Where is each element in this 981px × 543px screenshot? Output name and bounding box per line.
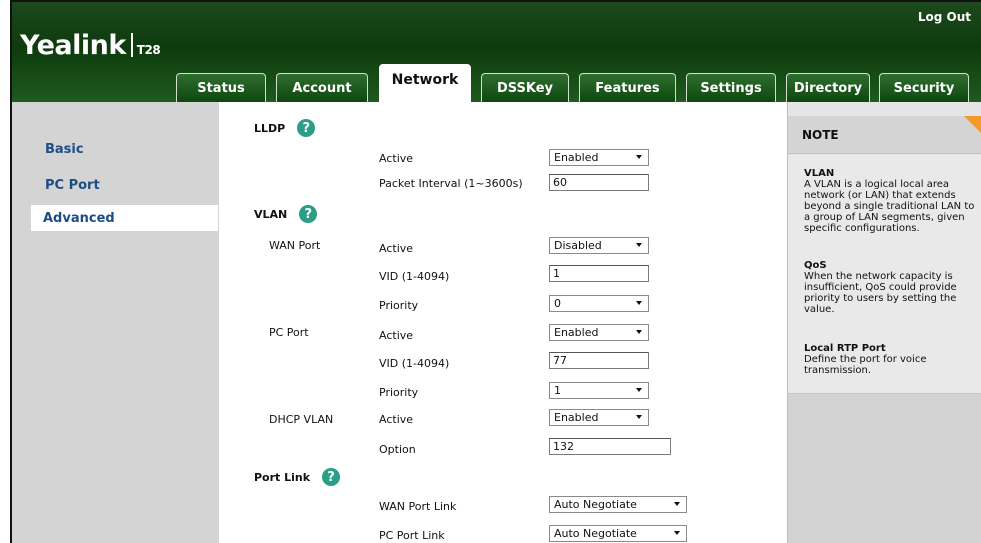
pc-active-value: Enabled: [554, 326, 599, 339]
port-link-help-icon[interactable]: ?: [322, 468, 341, 486]
tab-settings[interactable]: Settings: [686, 73, 776, 102]
sidebar-item-pc-port[interactable]: PC Port: [32, 172, 219, 198]
note-title: NOTE: [802, 128, 839, 142]
wan-active-select[interactable]: Disabled: [549, 237, 649, 254]
model-name: T28: [136, 43, 161, 57]
lldp-active-select[interactable]: Enabled: [549, 149, 649, 166]
pc-port-group-label: PC Port: [269, 326, 309, 339]
lldp-interval-input[interactable]: 60: [549, 174, 649, 191]
note-rtp: Local RTP Port Define the port for voice…: [804, 343, 976, 376]
lldp-interval-label: Packet Interval (1~3600s): [379, 177, 523, 190]
note-qos: QoS When the network capacity is insuffi…: [804, 260, 976, 315]
tab-status[interactable]: Status: [176, 73, 266, 102]
tab-security[interactable]: Security: [879, 73, 969, 102]
header: Yealink T28 Log Out Status Account Netwo…: [12, 2, 981, 102]
wan-port-link-label: WAN Port Link: [379, 500, 457, 513]
vlan-help-icon[interactable]: ?: [299, 205, 318, 223]
note-vlan-text: A VLAN is a logical local area network (…: [804, 179, 975, 234]
chevron-down-icon: [636, 330, 642, 334]
note-lower-area: [788, 394, 981, 543]
dhcp-option-input[interactable]: 132: [549, 438, 671, 455]
wan-active-label: Active: [379, 242, 414, 255]
chevron-down-icon: [636, 415, 642, 419]
port-link-section-header: Port Link ?: [254, 468, 341, 486]
chevron-down-icon: [674, 502, 680, 506]
dhcp-active-label: Active: [379, 413, 414, 426]
chevron-down-icon: [636, 301, 642, 305]
sidebar: Basic PC Port Advanced: [12, 102, 219, 543]
main-content: LLDP ? Active Enabled Packet Interval (1…: [219, 102, 782, 543]
pc-vid-label: VID (1-4094): [379, 357, 450, 370]
pc-priority-select[interactable]: 1: [549, 382, 649, 399]
tab-dsskey[interactable]: DSSKey: [481, 73, 569, 102]
note-qos-text: When the network capacity is insufficien…: [804, 271, 957, 315]
wan-priority-select[interactable]: 0: [549, 295, 649, 312]
pc-priority-value: 1: [554, 384, 561, 397]
pc-active-select[interactable]: Enabled: [549, 324, 649, 341]
wan-port-link-value: Auto Negotiate: [554, 498, 637, 511]
logo-separator: [130, 33, 133, 57]
tab-account[interactable]: Account: [276, 73, 368, 102]
main-tabs: Status Account Network DSSKey Features S…: [12, 64, 981, 102]
vlan-title: VLAN: [254, 207, 288, 221]
lldp-active-label: Active: [379, 152, 414, 165]
note-rtp-heading: Local RTP Port: [804, 343, 886, 354]
brand-name: Yealink: [20, 30, 126, 61]
port-link-title: Port Link: [254, 470, 311, 484]
chevron-down-icon: [636, 388, 642, 392]
pc-port-link-value: Auto Negotiate: [554, 527, 637, 540]
dhcp-vlan-group-label: DHCP VLAN: [269, 413, 334, 426]
pc-port-link-select[interactable]: Auto Negotiate: [549, 525, 687, 542]
note-qos-heading: QoS: [804, 260, 827, 271]
note-body: VLAN A VLAN is a logical local area netw…: [788, 155, 981, 394]
logout-link[interactable]: Log Out: [918, 10, 971, 24]
wan-port-link-select[interactable]: Auto Negotiate: [549, 496, 687, 513]
tab-network[interactable]: Network: [379, 64, 471, 102]
vlan-section-header: VLAN ?: [254, 205, 318, 223]
chevron-down-icon: [636, 243, 642, 247]
note-header: NOTE: [788, 116, 981, 154]
lldp-active-value: Enabled: [554, 151, 599, 164]
note-panel: NOTE VLAN A VLAN is a logical local area…: [787, 102, 981, 543]
tab-directory[interactable]: Directory: [786, 73, 870, 102]
note-rtp-text: Define the port for voice transmission.: [804, 354, 927, 376]
note-vlan-heading: VLAN: [804, 168, 835, 179]
lldp-section-header: LLDP ?: [254, 119, 316, 137]
dhcp-option-label: Option: [379, 443, 416, 456]
dhcp-active-select[interactable]: Enabled: [549, 409, 649, 426]
chevron-down-icon: [636, 155, 642, 159]
wan-vid-label: VID (1-4094): [379, 270, 450, 283]
yealink-logo: Yealink T28: [20, 30, 161, 61]
dhcp-active-value: Enabled: [554, 411, 599, 424]
wan-active-value: Disabled: [554, 239, 602, 252]
chevron-down-icon: [674, 531, 680, 535]
pc-priority-label: Priority: [379, 386, 419, 399]
sidebar-item-basic[interactable]: Basic: [32, 136, 219, 162]
lldp-help-icon[interactable]: ?: [297, 119, 316, 137]
lldp-title: LLDP: [254, 121, 286, 135]
pc-port-link-label: PC Port Link: [379, 529, 445, 542]
note-corner-marker: [964, 116, 981, 134]
tab-features[interactable]: Features: [579, 73, 676, 102]
sidebar-item-advanced[interactable]: Advanced: [31, 205, 218, 231]
wan-priority-label: Priority: [379, 299, 419, 312]
note-vlan: VLAN A VLAN is a logical local area netw…: [804, 168, 976, 234]
wan-port-group-label: WAN Port: [269, 239, 321, 252]
wan-vid-input[interactable]: 1: [549, 265, 649, 282]
pc-vid-input[interactable]: 77: [549, 352, 649, 369]
pc-active-label: Active: [379, 329, 414, 342]
wan-priority-value: 0: [554, 297, 561, 310]
app-frame: Yealink T28 Log Out Status Account Netwo…: [10, 0, 981, 543]
